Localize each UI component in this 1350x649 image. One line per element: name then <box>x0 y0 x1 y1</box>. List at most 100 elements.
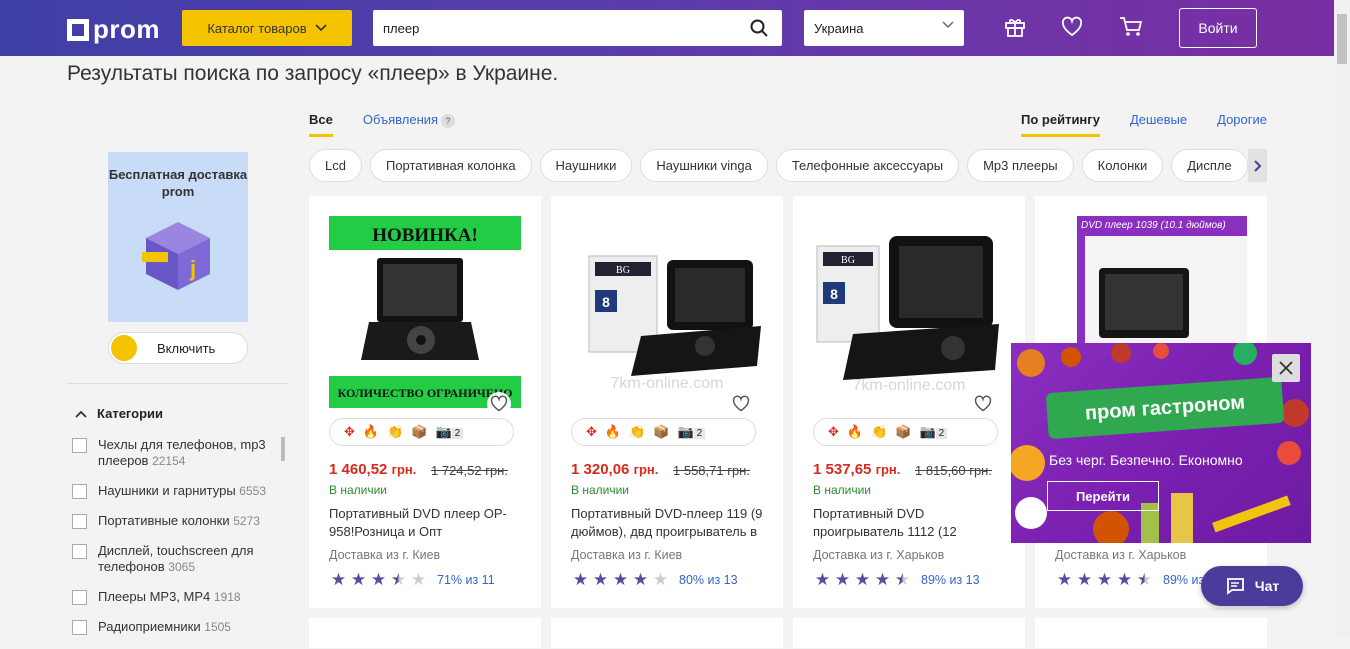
sort-by-rating[interactable]: По рейтингу <box>1021 112 1100 137</box>
product-name[interactable]: Портативный DVD проигрыватель 1112 (12 д… <box>813 505 1005 541</box>
category-item[interactable]: Радиоприемники 1505 <box>72 619 282 635</box>
product-image[interactable]: BG 8 7km-online.com <box>571 216 763 408</box>
rating-text[interactable]: 71% из 11 <box>437 573 495 587</box>
scrollbar-thumb[interactable] <box>1337 14 1347 64</box>
category-label-wrap: Плееры MP3, MP4 1918 <box>98 589 241 605</box>
rating-text[interactable]: 89% из <box>1163 573 1204 587</box>
product-image[interactable]: НОВИНКА! КОЛИЧЕСТВО ОГРАНИЧЕНО <box>329 216 521 408</box>
free-delivery-toggle[interactable]: Включить <box>108 332 248 364</box>
checkbox[interactable] <box>72 544 87 559</box>
gastronom-ad[interactable]: пром гастроном Без черг. Безпечно. Еконо… <box>1011 343 1311 543</box>
help-icon[interactable]: ? <box>441 114 456 128</box>
favorite-button[interactable] <box>729 392 753 416</box>
product-image[interactable]: BG 8 7km-online.com <box>813 216 1005 408</box>
rating[interactable]: ★ ★ ★ ★ ★ 71% из 11 <box>329 570 495 590</box>
product-name[interactable]: Портативный DVD-плеер 119 (9 дюймов), дв… <box>571 505 763 541</box>
chip[interactable]: Колонки <box>1081 149 1164 182</box>
close-icon <box>1279 361 1293 375</box>
chat-button[interactable]: Чат <box>1201 566 1303 606</box>
product-card[interactable]: BG 8 7km-online.com ✥ 🔥 👏 📦 📷 2 1 537,65 грн.… <box>793 196 1025 608</box>
filter-tabs: Все Объявления? <box>309 112 456 137</box>
chat-label: Чат <box>1254 578 1280 594</box>
star-icon: ★ <box>1076 570 1093 589</box>
region-select[interactable]: Украина <box>804 10 964 46</box>
product-name[interactable]: Портативный DVD плеер OP-958!Розница и О… <box>329 505 521 541</box>
header: prom Каталог товаров плеер Украина Войти <box>0 0 1334 56</box>
categories-header[interactable]: Категории <box>75 406 163 421</box>
prom-logo[interactable]: prom <box>67 14 160 45</box>
category-item[interactable]: Наушники и гарнитуры 6553 <box>72 483 282 499</box>
product-card-next-row[interactable] <box>551 618 783 648</box>
login-button[interactable]: Войти <box>1179 8 1257 48</box>
category-item[interactable]: Портативные колонки 5273 <box>72 513 282 529</box>
sort-cheap[interactable]: Дешевые <box>1130 112 1187 137</box>
category-count: 1505 <box>204 620 231 634</box>
category-count: 22154 <box>152 454 186 468</box>
checkbox[interactable] <box>72 514 87 529</box>
availability: В наличии <box>571 483 630 497</box>
price: 1 460,52 грн. <box>329 461 416 478</box>
move-icon: ✥ <box>828 424 839 439</box>
promo-text: Бесплатная доставка prom <box>108 166 248 200</box>
category-count: 6553 <box>239 484 266 498</box>
rating-text[interactable]: 89% из 13 <box>921 573 980 587</box>
search-icon[interactable] <box>750 19 768 37</box>
checkbox[interactable] <box>72 590 87 605</box>
star-half-icon: ★ <box>390 570 407 589</box>
tab-all[interactable]: Все <box>309 112 333 137</box>
chips-next-button[interactable] <box>1248 149 1267 182</box>
checkbox[interactable] <box>72 620 87 635</box>
availability: В наличии <box>813 483 872 497</box>
sort-expensive[interactable]: Дорогие <box>1217 112 1267 137</box>
category-list: Чехлы для телефонов, mp3 плееров 22154 Н… <box>72 437 282 649</box>
favorite-button[interactable] <box>971 392 995 416</box>
rating[interactable]: ★ ★ ★ ★ ★ 89% из <box>1055 570 1204 590</box>
chip[interactable]: Mp3 плееры <box>967 149 1074 182</box>
tab-ads[interactable]: Объявления? <box>363 112 456 137</box>
chip[interactable]: Портативная колонка <box>369 149 532 182</box>
favorite-button[interactable] <box>487 392 511 416</box>
category-scrollbar[interactable] <box>281 437 285 461</box>
product-card-next-row[interactable] <box>1035 618 1267 648</box>
category-label: Портативные колонки <box>98 513 230 528</box>
svg-text:8: 8 <box>830 286 838 302</box>
price-value: 1 320,06 <box>571 461 630 478</box>
product-card[interactable]: НОВИНКА! КОЛИЧЕСТВО ОГРАНИЧЕНО ✥ 🔥 👏 📦 📷 2 1 … <box>309 196 541 608</box>
camera-icon: 📷 2 <box>919 424 948 440</box>
ad-go-button[interactable]: Перейти <box>1047 481 1159 511</box>
chip[interactable]: Наушники vinga <box>640 149 768 182</box>
product-card-next-row[interactable] <box>309 618 541 648</box>
product-card-next-row[interactable] <box>793 618 1025 648</box>
category-label-wrap: Портативные колонки 5273 <box>98 513 260 529</box>
rating[interactable]: ★ ★ ★ ★ ★ 80% из 13 <box>571 570 738 590</box>
rating[interactable]: ★ ★ ★ ★ ★ 89% из 13 <box>813 570 980 590</box>
checkbox[interactable] <box>72 438 87 453</box>
chip[interactable]: Наушники <box>539 149 633 182</box>
chip[interactable]: Lcd <box>309 149 362 182</box>
search-input[interactable]: плеер <box>373 10 782 46</box>
promo-line2: prom <box>161 184 195 199</box>
checkbox[interactable] <box>72 484 87 499</box>
catalog-button[interactable]: Каталог товаров <box>182 10 352 46</box>
free-delivery-promo[interactable]: Бесплатная доставка prom j <box>108 152 248 322</box>
category-item[interactable]: Чехлы для телефонов, mp3 плееров 22154 <box>72 437 282 469</box>
rating-text[interactable]: 80% из 13 <box>679 573 738 587</box>
category-label-wrap: Наушники и гарнитуры 6553 <box>98 483 266 499</box>
cart-icon[interactable] <box>1119 16 1143 38</box>
star-icon: ★ <box>632 570 649 589</box>
chip[interactable]: Телефонные аксессуары <box>775 149 960 182</box>
page-scrollbar[interactable] <box>1334 0 1350 636</box>
price: 1 537,65 грн. <box>813 461 900 478</box>
currency: грн. <box>391 462 417 477</box>
heart-icon[interactable] <box>1061 16 1083 38</box>
logo-square-icon <box>67 18 89 41</box>
clap-icon: 👏 <box>871 424 888 439</box>
gift-icon[interactable] <box>1004 16 1026 38</box>
category-item[interactable]: Плееры MP3, MP4 1918 <box>72 589 282 605</box>
dvd-player-image: BG 8 7km-online.com <box>571 216 763 408</box>
category-item[interactable]: Дисплей, touchscreen для телефонов 3065 <box>72 543 282 575</box>
photo-count: 2 <box>693 428 706 439</box>
product-card[interactable]: BG 8 7km-online.com ✥ 🔥 👏 📦 📷 2 1 320,06 грн.… <box>551 196 783 608</box>
ad-close-button[interactable] <box>1272 354 1300 382</box>
chip[interactable]: Диспле <box>1171 149 1248 182</box>
